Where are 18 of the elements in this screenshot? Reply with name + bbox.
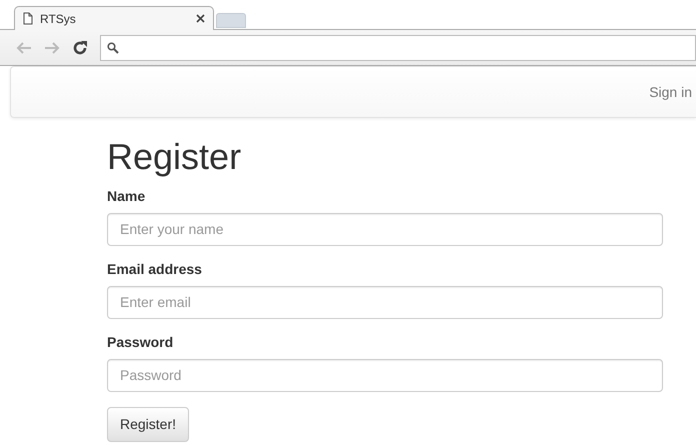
page-icon	[23, 12, 33, 25]
input-field[interactable]: Enter email	[107, 286, 663, 319]
forward-icon[interactable]	[44, 42, 60, 54]
address-bar[interactable]	[100, 34, 696, 60]
field-label: Password	[107, 332, 174, 352]
reload-icon[interactable]	[72, 40, 88, 56]
register-button[interactable]: Register!	[107, 406, 190, 442]
back-icon[interactable]	[16, 42, 32, 54]
input-field[interactable]: Enter your name	[107, 212, 663, 246]
field-label: Name	[107, 186, 146, 206]
field-label: Email address	[107, 260, 203, 279]
page-heading: Register	[107, 138, 242, 176]
new-tab-button[interactable]	[216, 13, 246, 28]
browser-tab[interactable]: RTSys	[14, 6, 214, 30]
search-icon	[107, 42, 119, 54]
close-icon[interactable]	[196, 14, 205, 23]
sign-in-link[interactable]: Sign in	[649, 82, 692, 102]
input-field[interactable]: Password	[107, 358, 663, 392]
